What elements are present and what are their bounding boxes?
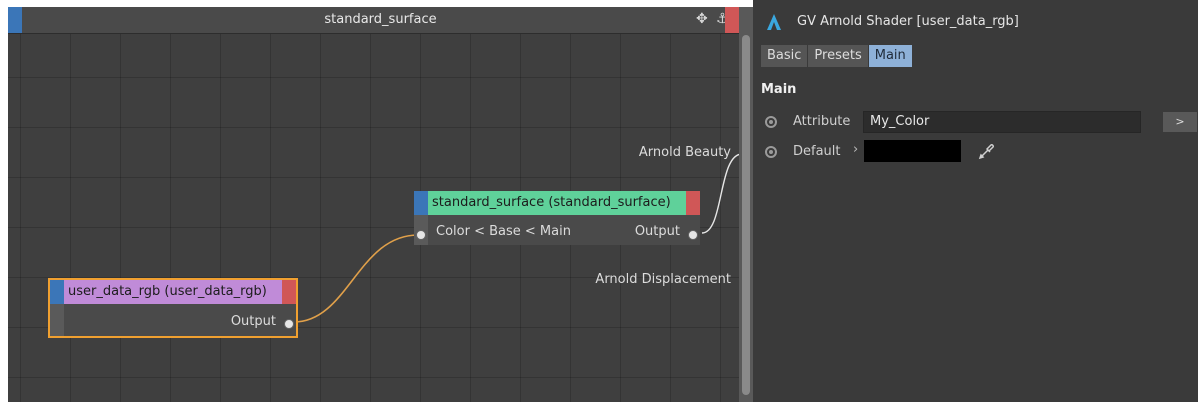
- section-title: Main: [761, 82, 797, 97]
- tab-bar: Basic Presets Main: [761, 45, 913, 67]
- node-standard-surface-title[interactable]: standard_surface (standard_surface): [428, 191, 686, 215]
- default-label: Default: [793, 144, 841, 159]
- output-port[interactable]: [688, 230, 698, 240]
- tab-basic[interactable]: Basic: [761, 45, 808, 67]
- output-port[interactable]: [284, 319, 294, 329]
- node-gutter: [50, 304, 64, 336]
- input-label-color: Color < Base < Main: [436, 224, 571, 239]
- node-right-handle[interactable]: [282, 280, 296, 304]
- output-label: Output: [634, 224, 680, 239]
- attribute-manager: GV Arnold Shader [user_data_rgb] Basic P…: [753, 0, 1198, 402]
- node-standard-surface[interactable]: standard_surface (standard_surface) Colo…: [414, 191, 700, 245]
- attribute-expand-button[interactable]: >: [1163, 112, 1197, 132]
- material-port-beauty-label: Arnold Beauty: [638, 145, 731, 160]
- default-animate-radio[interactable]: [765, 146, 777, 158]
- chevron-right-icon[interactable]: ›: [853, 142, 858, 157]
- node-left-handle[interactable]: [50, 280, 64, 304]
- tab-presets[interactable]: Presets: [808, 45, 868, 67]
- wire-output-to-beauty: [701, 153, 743, 234]
- editor-scrollbar[interactable]: [739, 7, 753, 402]
- node-user-data-rgb-title[interactable]: user_data_rgb (user_data_rgb): [64, 280, 282, 304]
- tab-main[interactable]: Main: [868, 45, 912, 67]
- wire-user-data-to-color: [293, 234, 419, 323]
- node-editor[interactable]: standard_surface ✥ ⚓ standard_surface (s…: [8, 7, 753, 402]
- scrollbar-thumb[interactable]: [742, 35, 750, 395]
- material-port-displacement-label: Arnold Displacement: [595, 272, 731, 287]
- node-left-handle[interactable]: [414, 191, 428, 215]
- node-user-data-rgb[interactable]: user_data_rgb (user_data_rgb) Output: [48, 278, 298, 338]
- attribute-animate-radio[interactable]: [765, 116, 777, 128]
- arnold-logo-icon: [767, 14, 781, 30]
- attribute-label: Attribute: [793, 114, 851, 129]
- attribute-field[interactable]: My_Color: [863, 111, 1141, 133]
- attribute-header: GV Arnold Shader [user_data_rgb]: [753, 7, 1198, 37]
- shader-title: GV Arnold Shader [user_data_rgb]: [797, 14, 1019, 29]
- node-right-handle[interactable]: [686, 191, 700, 215]
- output-label: Output: [230, 314, 276, 329]
- eyedropper-icon[interactable]: [977, 141, 997, 161]
- input-port-color[interactable]: [416, 230, 426, 240]
- default-color-swatch[interactable]: [864, 140, 961, 162]
